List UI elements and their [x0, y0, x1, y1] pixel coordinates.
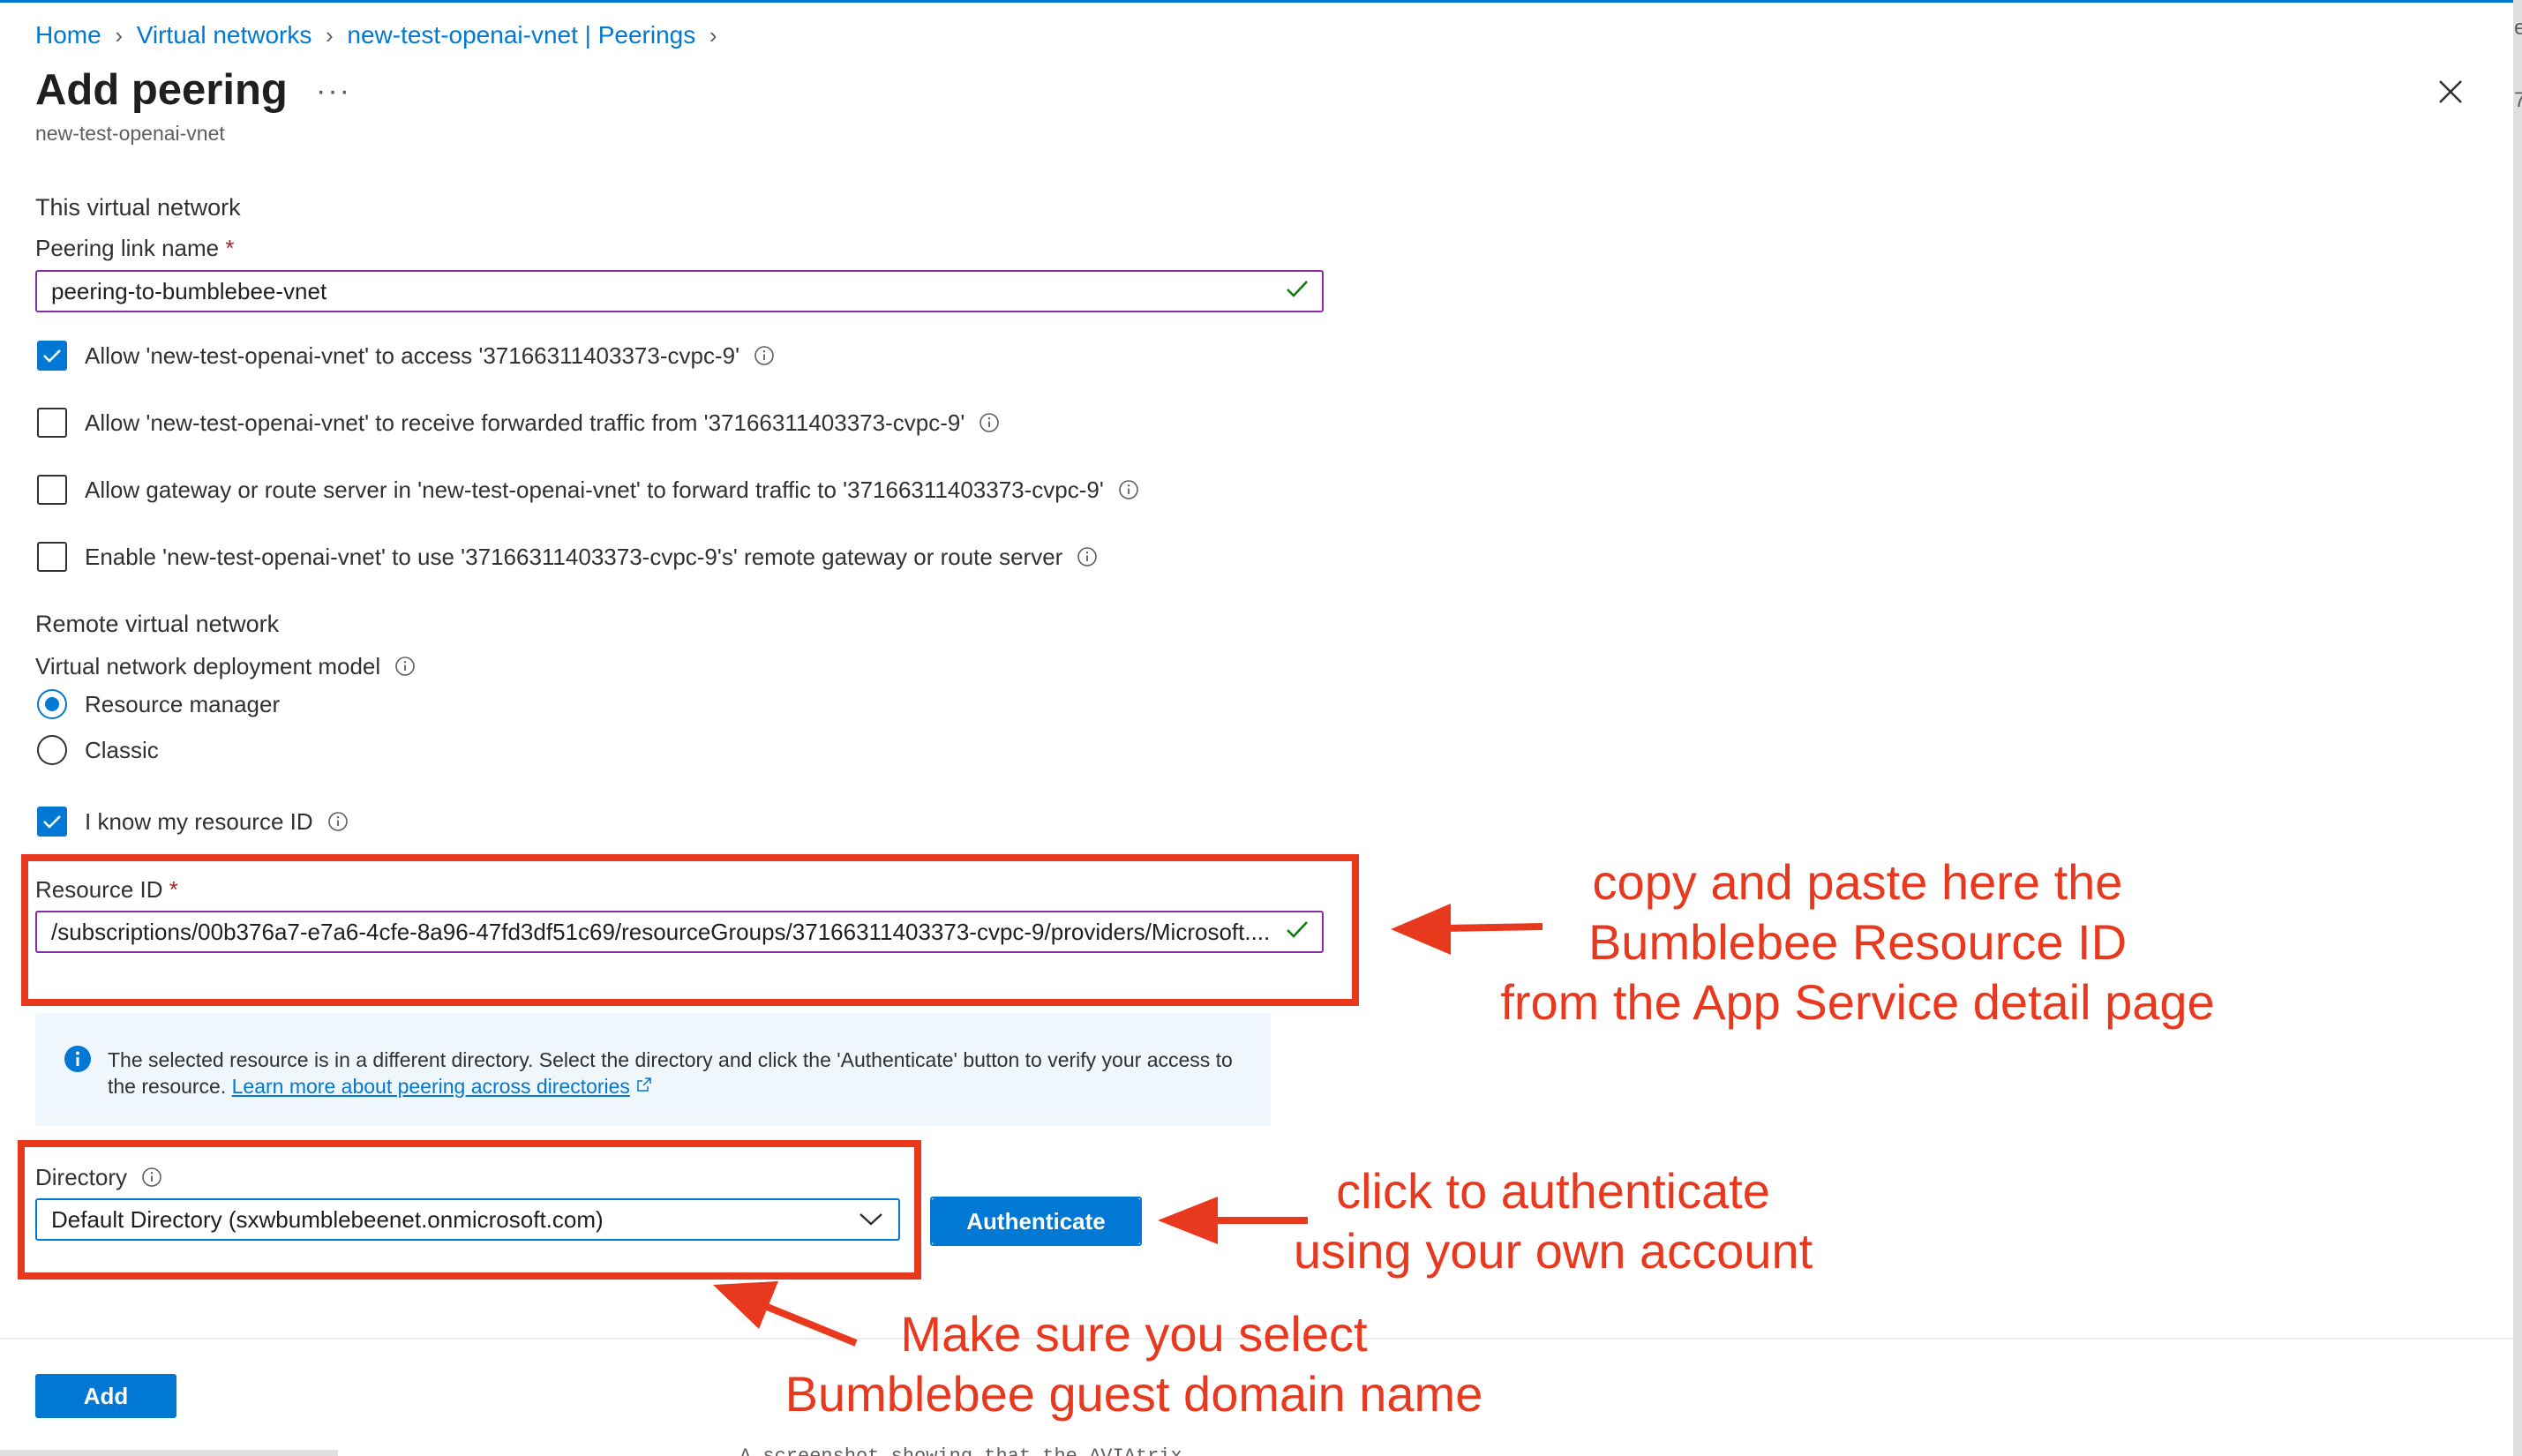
annotation-arrows [713, 904, 1543, 1347]
annotation-directory: Make sure you select Bumblebee guest dom… [759, 1304, 1509, 1424]
right-edge-panel [2513, 0, 2522, 1456]
annotation-line: Make sure you select [900, 1306, 1368, 1362]
annotation-line: copy and paste here the [1592, 854, 2123, 910]
annotation-authenticate: click to authenticate using your own acc… [1280, 1161, 1827, 1281]
right-edge-fragment: e [2514, 16, 2522, 40]
annotation-resource-id: copy and paste here the Bumblebee Resour… [1482, 852, 2233, 1032]
annotation-line: click to authenticate [1336, 1163, 1770, 1219]
annotation-line: Bumblebee Resource ID [1588, 914, 2128, 970]
bottom-edge-strip [0, 1450, 338, 1456]
annotation-line: Bumblebee guest domain name [784, 1366, 1483, 1422]
annotation-line: using your own account [1293, 1223, 1813, 1279]
bottom-caption-fragment: A screenshot showing that the AVIAtrix [739, 1445, 1182, 1456]
right-edge-fragment: 7 [2514, 88, 2522, 112]
annotation-line: from the App Service detail page [1500, 974, 2215, 1030]
